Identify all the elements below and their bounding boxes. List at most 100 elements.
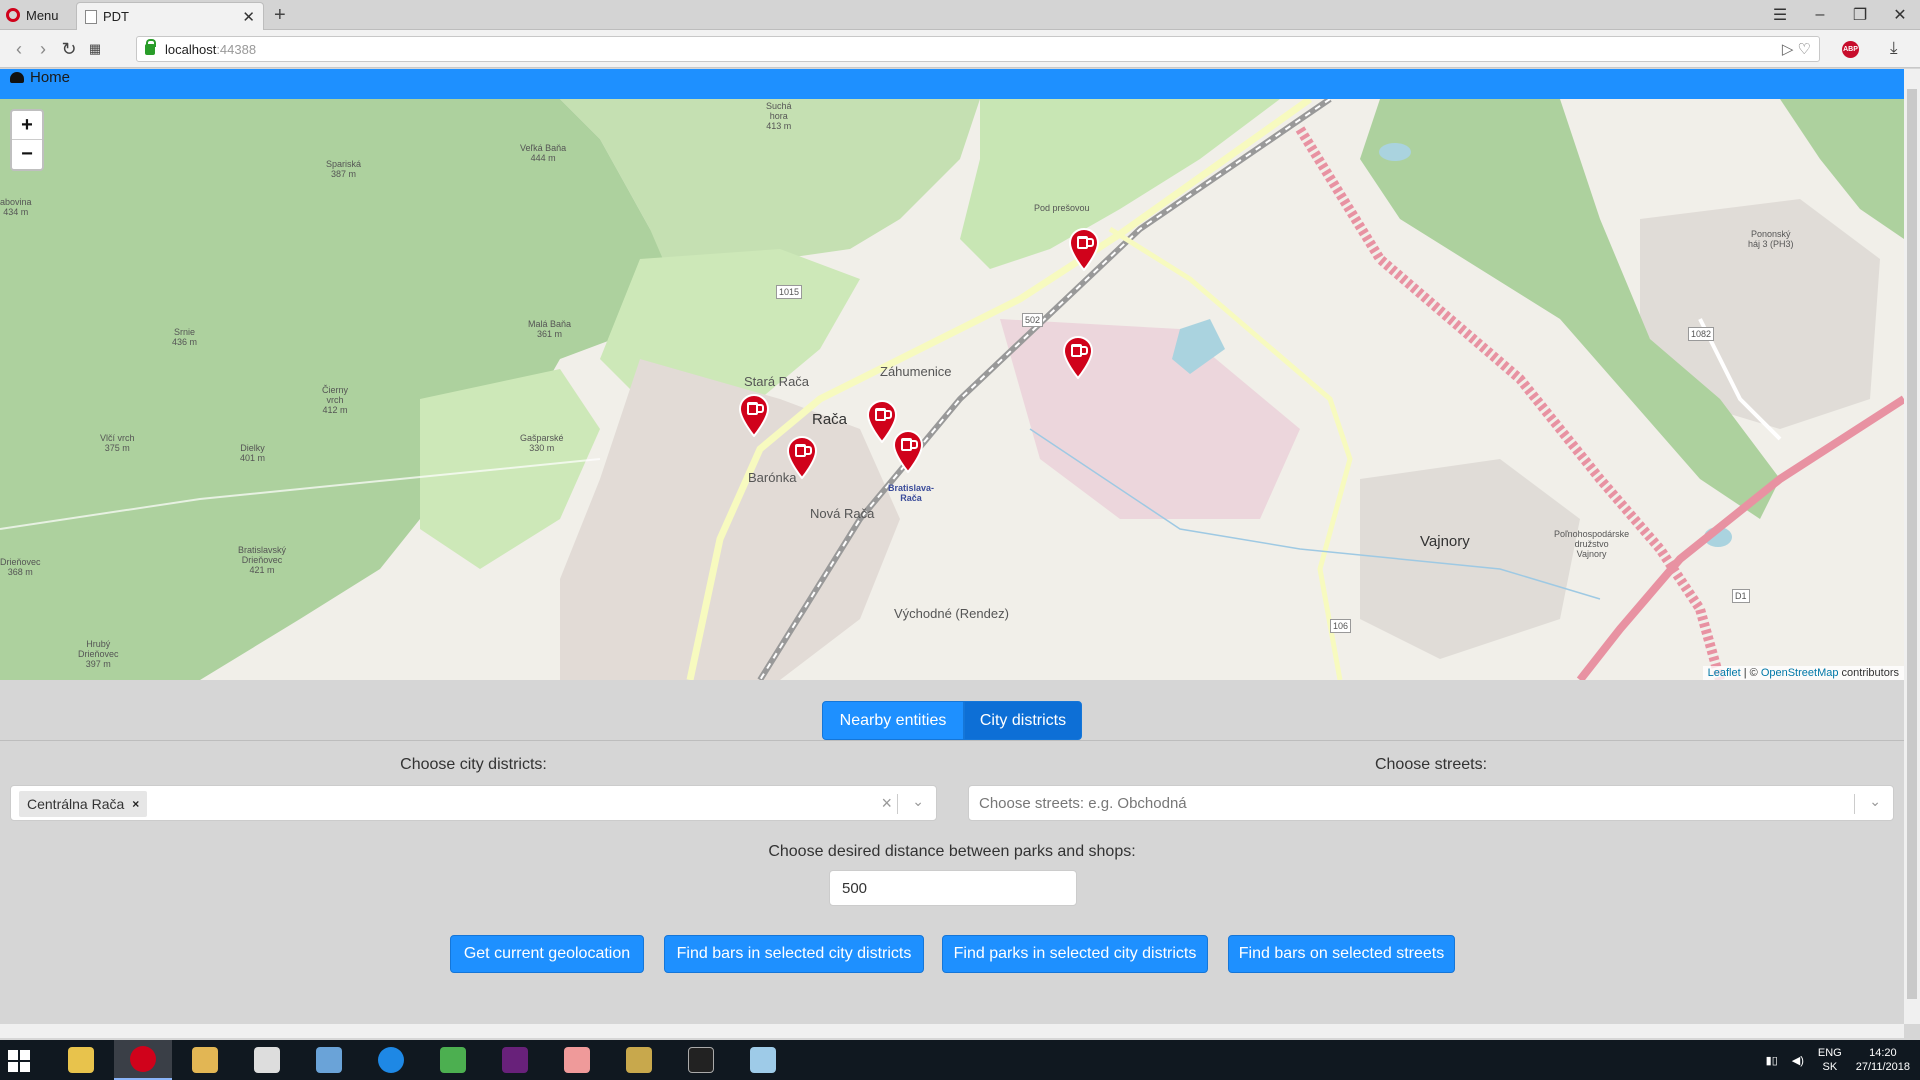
map-label-bovina: abovina 434 m	[0, 197, 32, 217]
network-icon[interactable]: ▮▯	[1766, 1054, 1778, 1067]
map-label-gasparske: Gašparské 330 m	[520, 433, 564, 453]
forward-icon[interactable]: ›	[32, 38, 54, 60]
map-tiles	[0, 99, 1904, 680]
map-label-vlci-vrch: Vlčí vrch 375 m	[100, 433, 135, 453]
chevron-down-icon[interactable]: ⌄	[1869, 793, 1881, 810]
streets-label: Choose streets:	[1374, 756, 1488, 773]
taskbar-unity-icon[interactable]	[238, 1040, 296, 1080]
bar-marker[interactable]	[736, 393, 772, 437]
map-label-pod-presovou: Pod prešovou	[1034, 203, 1090, 213]
reload-icon[interactable]: ↻	[58, 38, 80, 60]
leaflet-map[interactable]: Suchá hora 413 m Veľká Baňa 444 m Sparis…	[0, 99, 1904, 680]
map-label-brat-drienovec: Bratislavský Drieňovec 421 m	[238, 545, 287, 575]
scrollbar-thumb[interactable]	[1907, 89, 1917, 999]
close-window-button[interactable]: ✕	[1880, 0, 1920, 30]
chevron-down-icon[interactable]: ⌄	[912, 793, 924, 810]
taskbar-calculator-icon[interactable]	[424, 1040, 482, 1080]
tab-title: PDT	[103, 9, 129, 24]
minimize-button[interactable]: –	[1800, 0, 1840, 30]
find-bars-streets-button[interactable]: Find bars on selected streets	[1228, 935, 1455, 973]
taskbar-control-panel-icon[interactable]	[300, 1040, 358, 1080]
url-host: localhost	[165, 41, 217, 57]
select-separator	[897, 794, 898, 814]
download-icon[interactable]: ⤓	[1890, 38, 1898, 58]
horizontal-scrollbar[interactable]	[0, 1024, 1904, 1038]
send-heart-icons[interactable]: ▷ ♡	[1782, 40, 1811, 58]
restore-button[interactable]: ❐	[1840, 0, 1880, 30]
opera-logo-icon	[6, 8, 20, 22]
map-label-sparisko: Spariská 387 m	[326, 159, 362, 179]
new-tab-button[interactable]: +	[274, 4, 286, 27]
taskbar-terminal-icon[interactable]	[672, 1040, 730, 1080]
taskbar-opera-icon[interactable]	[114, 1040, 172, 1080]
map-label-zahumenice: Záhumenice	[880, 364, 952, 379]
map-label-velka-bana: Veľká Baňa 444 m	[520, 143, 567, 163]
tab-close-icon[interactable]: ✕	[242, 8, 255, 26]
tab-city-districts[interactable]: City districts	[964, 701, 1082, 740]
bar-marker[interactable]	[890, 429, 926, 473]
tab-menu-icon[interactable]: ☰	[1760, 0, 1800, 30]
clock-date: 27/11/2018	[1855, 1061, 1910, 1073]
taskbar-snipping-icon[interactable]	[548, 1040, 606, 1080]
district-chip: Centrálna Rača ×	[19, 791, 148, 817]
lang-bottom: SK	[1822, 1061, 1838, 1073]
map-label-vajnory: Vajnory	[1420, 533, 1470, 550]
clock[interactable]: 14:20 27/11/2018	[1856, 1046, 1910, 1074]
beer-pin-icon	[786, 436, 818, 479]
zoom-out-button[interactable]: −	[12, 140, 42, 169]
adblock-icon[interactable]: ABP	[1842, 41, 1859, 58]
bar-marker[interactable]	[1060, 335, 1096, 379]
clear-selection-icon[interactable]: ×	[881, 793, 892, 814]
streets-select[interactable]: Choose streets: e.g. Obchodná ⌄	[968, 785, 1894, 821]
back-icon[interactable]: ‹	[8, 38, 30, 60]
district-chip-label: Centrálna Rača	[27, 796, 125, 812]
taskbar-files-icon[interactable]	[176, 1040, 234, 1080]
vertical-scrollbar[interactable]	[1904, 69, 1920, 1024]
speed-dial-icon[interactable]: ▦	[84, 38, 106, 60]
road-label-502: 502	[1022, 313, 1044, 327]
url-port: :44388	[216, 41, 257, 57]
map-label-bratislava-raca: Bratislava- Rača	[888, 483, 935, 503]
clock-time: 14:20	[1869, 1047, 1897, 1059]
bar-marker[interactable]	[1066, 227, 1102, 271]
address-toolbar: ‹ › ↻ ▦ localhost :44388 ▷ ♡ ABP ⤓	[0, 30, 1920, 68]
districts-select[interactable]: Centrálna Rača × × ⌄	[10, 785, 937, 821]
system-tray: ▮▯ ◀) ENG SK 14:20 27/11/2018	[1766, 1040, 1910, 1080]
distance-label: Choose desired distance between parks an…	[768, 843, 1136, 860]
home-label: Home	[30, 69, 71, 86]
find-bars-districts-button[interactable]: Find bars in selected city districts	[664, 935, 924, 973]
get-geolocation-button[interactable]: Get current geolocation	[450, 935, 644, 973]
beer-pin-icon	[738, 394, 770, 437]
map-label-mala-bana: Malá Baňa 361 m	[528, 319, 572, 339]
bar-marker[interactable]	[784, 435, 820, 479]
beer-pin-icon	[892, 430, 924, 473]
mode-tabs: Nearby entities City districts	[822, 701, 1082, 740]
zoom-in-button[interactable]: +	[12, 111, 42, 140]
opera-menu-button[interactable]: Menu	[6, 5, 59, 25]
taskbar-messenger-icon[interactable]	[362, 1040, 420, 1080]
taskbar-chart-icon[interactable]	[610, 1040, 668, 1080]
osm-link[interactable]: OpenStreetMap	[1761, 667, 1839, 679]
language-indicator[interactable]: ENG SK	[1818, 1046, 1842, 1074]
browser-tab[interactable]: PDT ✕	[76, 2, 264, 30]
map-label-sucha-hora: Suchá hora 413 m	[766, 101, 792, 131]
browser-tabbar: Menu PDT ✕ + ☰ – ❐ ✕	[0, 0, 1920, 30]
home-link[interactable]: Home	[10, 69, 70, 86]
leaflet-link[interactable]: Leaflet	[1708, 667, 1741, 679]
taskbar-explorer-icon[interactable]	[52, 1040, 110, 1080]
taskbar-paint-icon[interactable]	[734, 1040, 792, 1080]
windows-start-icon[interactable]	[8, 1050, 30, 1072]
tab-nearby-entities[interactable]: Nearby entities	[822, 701, 964, 740]
map-label-stara-raca: Stará Rača	[744, 374, 810, 389]
chip-remove-icon[interactable]: ×	[132, 797, 139, 811]
streets-placeholder: Choose streets: e.g. Obchodná	[979, 795, 1187, 812]
find-parks-districts-button[interactable]: Find parks in selected city districts	[942, 935, 1208, 973]
map-label-raca: Rača	[812, 411, 848, 428]
distance-input[interactable]: 500	[829, 870, 1077, 906]
dashboard-icon	[10, 72, 24, 83]
taskbar-visual-studio-icon[interactable]	[486, 1040, 544, 1080]
volume-icon[interactable]: ◀)	[1792, 1054, 1804, 1067]
map-label-cierny-vrch: Čierny vrch 412 m	[322, 385, 349, 415]
window-controls: ☰ – ❐ ✕	[1760, 0, 1920, 30]
url-field[interactable]: localhost :44388 ▷ ♡	[136, 36, 1820, 62]
